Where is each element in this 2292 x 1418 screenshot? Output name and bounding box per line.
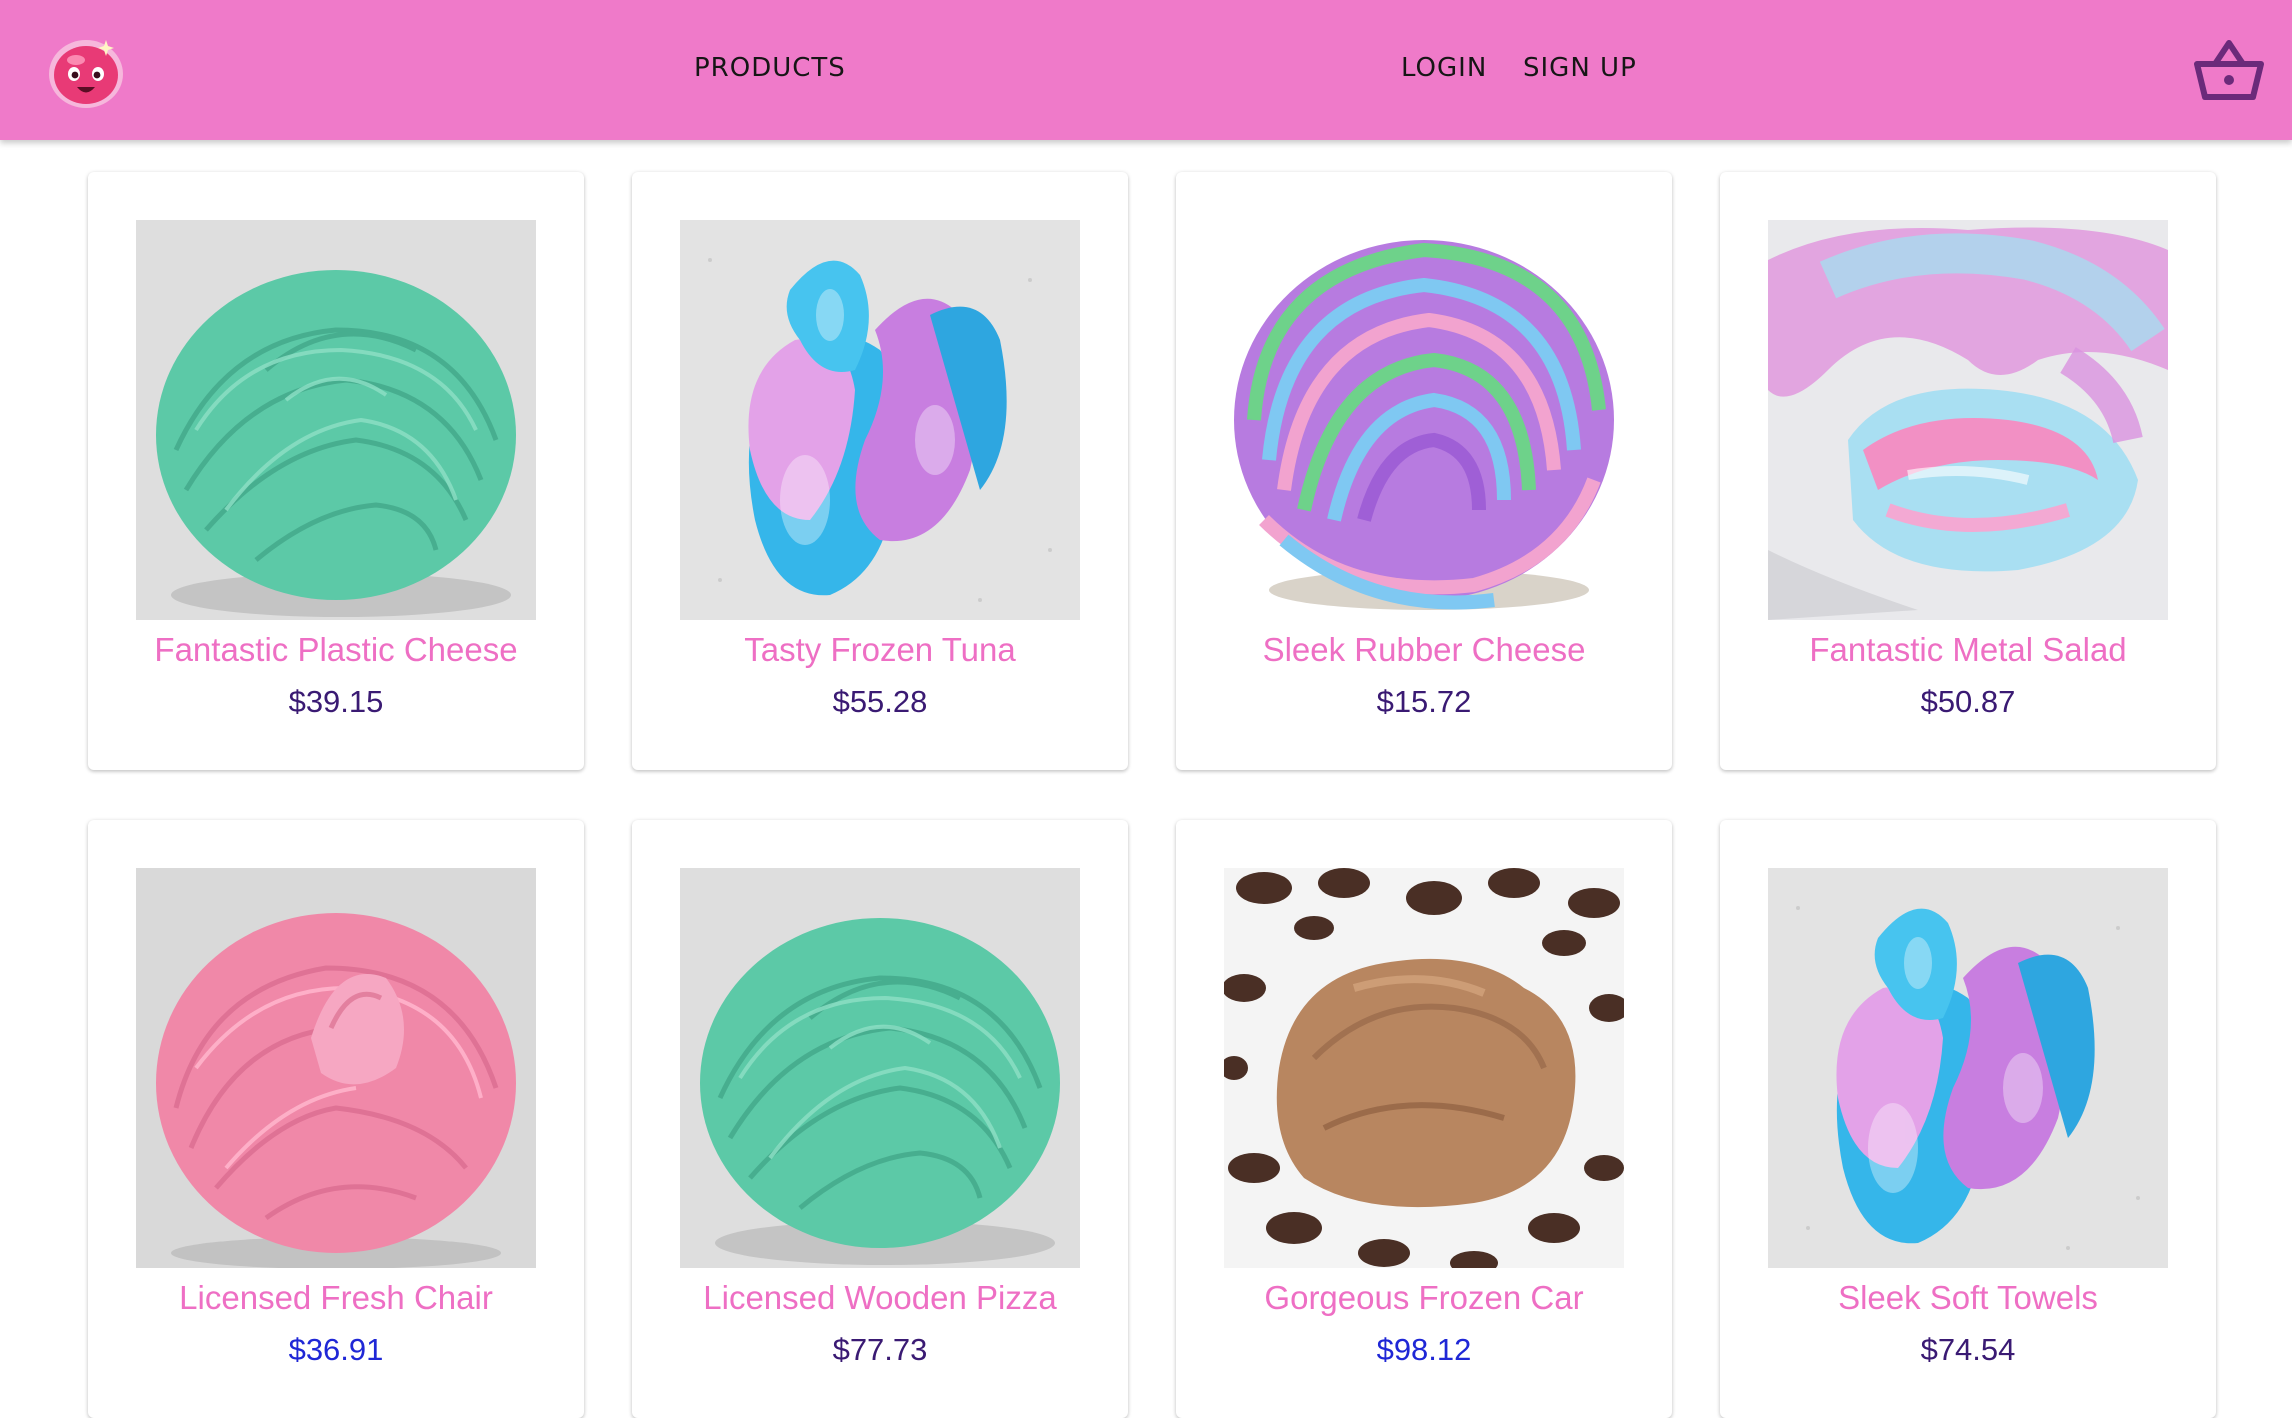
product-card[interactable]: Sleek Soft Towels $74.54: [1720, 820, 2216, 1418]
product-image[interactable]: [136, 220, 536, 620]
product-name[interactable]: Sleek Soft Towels: [1720, 1278, 2216, 1318]
product-price: $39.15: [288, 684, 384, 719]
product-price: $15.72: [1376, 684, 1472, 719]
product-card[interactable]: Fantastic Plastic Cheese $39.15: [88, 172, 584, 770]
slime-logo-icon[interactable]: [46, 30, 126, 110]
product-image[interactable]: [1768, 868, 2168, 1268]
product-card[interactable]: Tasty Frozen Tuna $55.28: [632, 172, 1128, 770]
nav-login-link[interactable]: LOGIN: [1401, 50, 1487, 86]
product-card[interactable]: Sleek Rubber Cheese $15.72: [1176, 172, 1672, 770]
product-price: $50.87: [1920, 684, 2016, 719]
nav-products-link[interactable]: PRODUCTS: [694, 50, 846, 86]
product-image[interactable]: [680, 220, 1080, 620]
product-card[interactable]: Licensed Fresh Chair $36.91: [88, 820, 584, 1418]
product-price: $74.54: [1920, 1332, 2016, 1367]
product-price: $98.12: [1376, 1332, 1472, 1367]
product-image[interactable]: [1768, 220, 2168, 620]
product-image[interactable]: [1224, 220, 1624, 620]
product-price: $55.28: [832, 684, 928, 719]
product-name[interactable]: Gorgeous Frozen Car: [1176, 1278, 1672, 1318]
product-name[interactable]: Sleek Rubber Cheese: [1176, 630, 1672, 670]
product-name[interactable]: Tasty Frozen Tuna: [632, 630, 1128, 670]
product-name[interactable]: Fantastic Metal Salad: [1720, 630, 2216, 670]
product-card[interactable]: Gorgeous Frozen Car $98.12: [1176, 820, 1672, 1418]
product-image[interactable]: [680, 868, 1080, 1268]
product-price: $77.73: [832, 1332, 928, 1367]
product-name[interactable]: Licensed Wooden Pizza: [632, 1278, 1128, 1318]
top-navbar: PRODUCTS LOGIN SIGN UP: [0, 0, 2292, 140]
product-name[interactable]: Licensed Fresh Chair: [88, 1278, 584, 1318]
product-image[interactable]: [136, 868, 536, 1268]
nav-signup-link[interactable]: SIGN UP: [1523, 50, 1637, 86]
product-image[interactable]: [1224, 868, 1624, 1268]
product-card[interactable]: Licensed Wooden Pizza $77.73: [632, 820, 1128, 1418]
product-price: $36.91: [288, 1332, 384, 1367]
product-name[interactable]: Fantastic Plastic Cheese: [88, 630, 584, 670]
shopping-basket-icon[interactable]: [2194, 38, 2264, 102]
product-card[interactable]: Fantastic Metal Salad $50.87: [1720, 172, 2216, 770]
